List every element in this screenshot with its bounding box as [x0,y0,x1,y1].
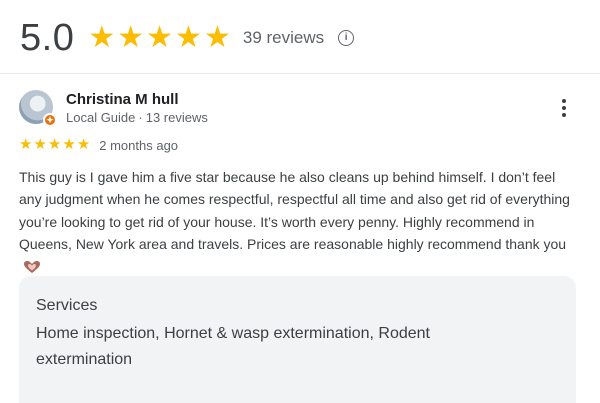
summary-stars: ★ ★ ★ ★ ★ [88,23,231,53]
author-level: Local Guide [66,110,136,125]
avatar[interactable]: ✦ [19,90,57,127]
review-stars: ★ ★ ★ ★ ★ [19,137,90,153]
star-icon: ★ [117,21,145,54]
info-icon[interactable]: i [338,30,355,46]
review-text: This guy is I gave him a five star becau… [19,169,570,253]
divider [0,73,600,74]
review-count[interactable]: 39 reviews [243,28,324,48]
author-separator: · [138,110,143,125]
services-panel: Services Home inspection, Hornet & wasp … [19,276,576,403]
more-vertical-icon [562,99,566,103]
author-review-count: 13 reviews [145,110,208,125]
local-guide-badge-icon: ✦ [43,113,57,127]
star-icon: ★ [146,21,174,54]
star-icon: ★ [175,21,202,54]
review-body: This guy is I gave him a five star becau… [19,166,579,280]
more-vertical-icon-dot [562,113,566,117]
star-icon: ★ [47,136,62,153]
services-title: Services [36,297,98,314]
review-date: 2 months ago [99,137,179,153]
more-vertical-icon-dot [562,106,566,110]
star-icon: ★ [19,136,33,153]
star-icon: ★ [33,136,47,153]
average-rating: 5.0 [20,16,75,59]
star-icon: ★ [203,21,231,54]
rating-summary: 5.0 ★ ★ ★ ★ ★ 39 reviews i [20,14,355,62]
more-options-button[interactable] [552,96,576,120]
author-name[interactable]: Christina M hull [66,91,179,108]
services-list: Home inspection, Hornet & wasp extermina… [36,325,430,368]
star-icon: ★ [88,21,116,54]
review-meta: ★ ★ ★ ★ ★ 2 months ago [19,137,178,153]
star-icon: ★ [76,136,91,153]
star-icon: ★ [62,136,76,153]
author-details: Local Guide · 13 reviews [66,110,208,125]
